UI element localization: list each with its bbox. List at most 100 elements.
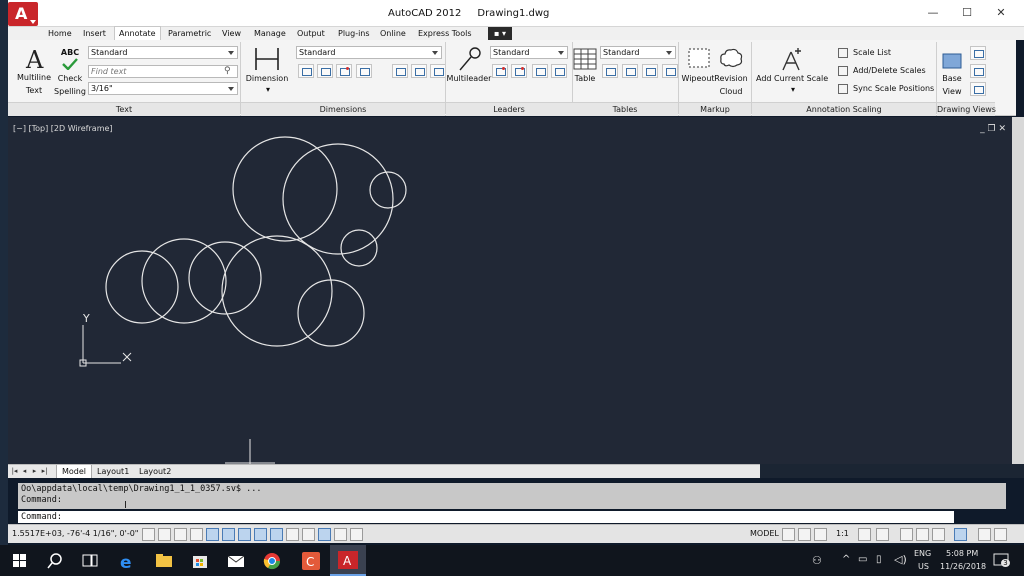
tab-home[interactable]: Home [44, 27, 76, 40]
infer-constraints-icon[interactable] [142, 528, 155, 541]
object-snap-tracking-icon[interactable] [254, 528, 267, 541]
dim-linear-icon[interactable] [298, 64, 314, 78]
autocad-2012-taskbar-button[interactable]: A [330, 545, 366, 576]
language-indicator-2[interactable]: US [918, 562, 929, 571]
add-current-scale-dropdown-icon[interactable]: ▾ [788, 85, 798, 94]
edit-view-icon[interactable] [970, 64, 986, 78]
tab-view[interactable]: View [218, 27, 245, 40]
revision-cloud-icon[interactable] [718, 46, 744, 72]
lineweight-icon[interactable] [302, 528, 315, 541]
volume-icon[interactable]: ◁) [894, 553, 907, 566]
dim-continue-icon[interactable] [317, 64, 333, 78]
application-menu-button[interactable]: A [8, 2, 38, 26]
update-view-icon[interactable] [970, 82, 986, 96]
people-icon[interactable]: ⚇ [812, 554, 822, 567]
revision-cloud-label-2[interactable]: Cloud [714, 87, 748, 96]
transparency-icon[interactable] [318, 528, 331, 541]
add-delete-scales-button[interactable]: Add/Delete Scales [853, 66, 926, 75]
command-input[interactable]: Command: [18, 511, 954, 523]
extract-data-icon[interactable] [602, 64, 618, 78]
ribbon-display-toggle-icon[interactable]: ▪ ▾ [488, 27, 512, 40]
find-replace-icon[interactable]: ⚲ [224, 66, 231, 76]
multileader-label[interactable]: Multileader [446, 74, 492, 83]
battery-icon[interactable]: ▯ [876, 554, 882, 565]
add-leader-icon[interactable] [492, 64, 508, 78]
isolate-objects-icon[interactable] [932, 528, 945, 541]
dynamic-input-icon[interactable] [286, 528, 299, 541]
dimension-style-select[interactable]: Standard [296, 46, 442, 59]
table-style-select[interactable]: Standard [600, 46, 676, 59]
next-layout-icon[interactable]: ▸ [30, 467, 39, 476]
last-layout-icon[interactable]: ▸| [40, 467, 49, 476]
autocad-app-icon[interactable]: C [296, 549, 324, 573]
horizontal-scroll-area[interactable] [760, 464, 1024, 478]
text-style-select[interactable]: Standard [88, 46, 238, 59]
drawing-views-panel-title[interactable]: Drawing Views [937, 102, 996, 116]
revision-cloud-label-1[interactable]: Revision [714, 74, 748, 83]
close-button[interactable]: ✕ [986, 4, 1016, 22]
tab-insert[interactable]: Insert [79, 27, 110, 40]
action-center-icon[interactable]: 3 [992, 551, 1010, 569]
show-hidden-icons-icon[interactable]: ^ [842, 554, 850, 565]
multiline-text-label-2[interactable]: Text [16, 86, 52, 95]
dim-jog-icon[interactable] [430, 64, 446, 78]
projected-view-icon[interactable] [970, 46, 986, 60]
multiline-text-label-1[interactable]: Multiline [16, 73, 52, 82]
status-menu-icon[interactable] [978, 528, 991, 541]
drawing-canvas[interactable] [8, 117, 1012, 464]
snap-mode-icon[interactable] [158, 528, 171, 541]
link-data-icon[interactable] [622, 64, 638, 78]
multileader-icon[interactable] [456, 46, 482, 72]
hardware-acceleration-icon[interactable] [916, 528, 929, 541]
remove-leader-icon[interactable] [511, 64, 527, 78]
allow-ucs-icon[interactable] [270, 528, 283, 541]
toolbar-lock-icon[interactable] [900, 528, 913, 541]
lightbulb-icon[interactable] [954, 528, 967, 541]
add-current-scale-label[interactable]: Add Current Scale [756, 74, 828, 83]
mleader-style-select[interactable]: Standard [490, 46, 568, 59]
drawing-viewport[interactable]: [−] [Top] [2D Wireframe] _ ❐ ✕ Y X [8, 117, 1012, 464]
wipeout-icon[interactable] [686, 46, 712, 72]
upload-data-icon[interactable] [662, 64, 678, 78]
align-leader-icon[interactable] [532, 64, 548, 78]
grid-display-icon[interactable] [174, 528, 187, 541]
first-layout-icon[interactable]: |◂ [10, 467, 19, 476]
tab-plugins[interactable]: Plug-ins [334, 27, 374, 40]
add-current-scale-icon[interactable] [778, 46, 804, 72]
base-view-label-1[interactable]: Base [936, 74, 968, 83]
model-space-button[interactable]: MODEL [750, 529, 779, 538]
store-icon[interactable] [186, 549, 214, 573]
tab-model[interactable]: Model [56, 465, 93, 479]
workspace-switching-icon[interactable] [876, 528, 889, 541]
dim-space-icon[interactable] [392, 64, 408, 78]
mail-icon[interactable] [222, 549, 250, 573]
minimize-button[interactable]: — [918, 4, 948, 22]
annotation-scale-sync-icon[interactable] [858, 528, 871, 541]
language-indicator-1[interactable]: ENG [914, 549, 931, 558]
search-icon[interactable] [42, 549, 70, 573]
dim-baseline-icon[interactable] [356, 64, 372, 78]
download-data-icon[interactable] [642, 64, 658, 78]
network-icon[interactable]: ▭ [858, 554, 867, 565]
markup-panel-title[interactable]: Markup [679, 102, 751, 116]
base-view-icon[interactable] [940, 48, 966, 74]
tables-panel-title[interactable]: Tables [572, 102, 678, 116]
prev-layout-icon[interactable]: ◂ [20, 467, 29, 476]
dim-quick-icon[interactable] [336, 64, 352, 78]
dimension-dropdown-icon[interactable]: ▾ [263, 85, 273, 94]
quick-view-layouts-icon[interactable] [782, 528, 795, 541]
dimensions-panel-title[interactable]: Dimensions [241, 102, 445, 116]
text-height-select[interactable]: 3/16" [88, 82, 238, 95]
collect-leader-icon[interactable] [551, 64, 567, 78]
tab-manage[interactable]: Manage [250, 27, 290, 40]
check-spelling-label-2[interactable]: Spelling [54, 87, 86, 96]
leaders-panel-title[interactable]: Leaders [446, 102, 572, 116]
find-text-input[interactable]: Find text [88, 65, 238, 78]
sync-scale-positions-button[interactable]: Sync Scale Positions [853, 84, 934, 93]
polar-tracking-icon[interactable] [206, 528, 219, 541]
maximize-button[interactable]: ☐ [952, 4, 982, 22]
tab-output[interactable]: Output [293, 27, 329, 40]
text-panel-title[interactable]: Text [8, 102, 240, 116]
file-explorer-icon[interactable] [150, 549, 178, 573]
base-view-label-2[interactable]: View [936, 87, 968, 96]
